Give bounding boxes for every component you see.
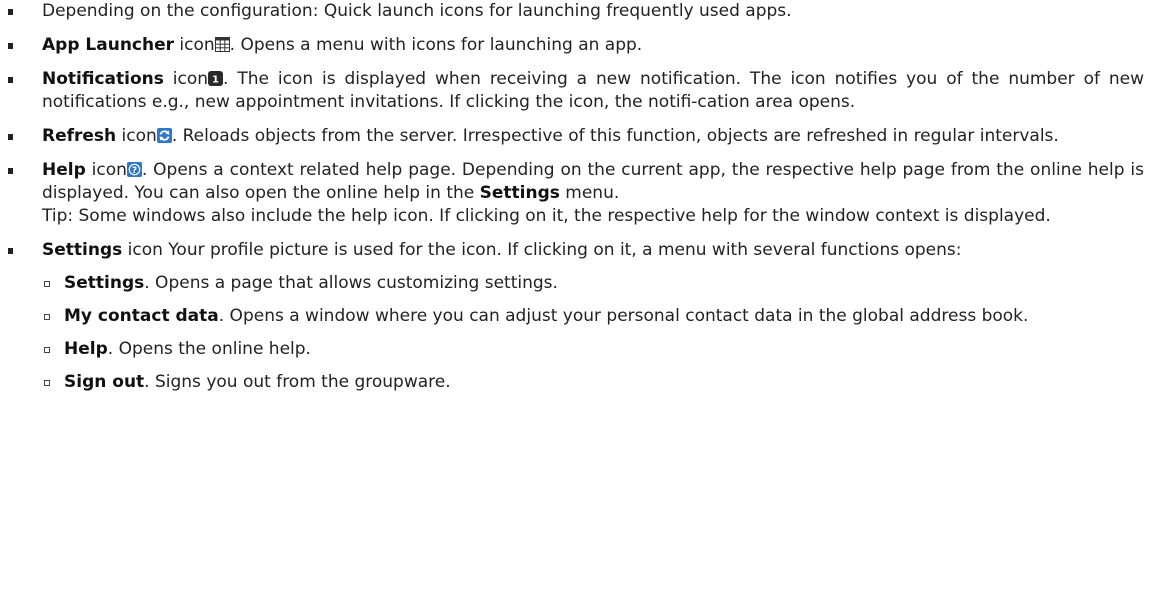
refresh-term: Refresh	[42, 126, 117, 146]
refresh-icon	[156, 128, 172, 143]
app-launcher-icon-label: icon	[174, 35, 215, 55]
sub-help-description: . Opens the online help.	[107, 339, 311, 359]
app-launcher-description: . Opens a menu with icons for launching …	[229, 35, 643, 55]
sub-sign-out-term: Sign out	[64, 372, 145, 392]
notifications-icon-label: icon	[163, 69, 209, 89]
list-item-settings: Settings icon Your profile picture is us…	[0, 239, 1154, 394]
settings-description: icon Your profile picture is used for th…	[122, 240, 962, 260]
list-item-refresh: Refresh icon . Reloads objects from the …	[0, 125, 1154, 148]
help-icon: ?	[126, 162, 142, 177]
svg-text:?: ?	[132, 166, 137, 176]
list-item-help: Help icon ? . Opens a context related he…	[0, 159, 1154, 228]
app-launcher-term: App Launcher	[42, 35, 175, 55]
quick-launch-text: Depending on the configuration: Quick la…	[42, 1, 792, 21]
list-item-quick-launch: Depending on the configuration: Quick la…	[0, 0, 1154, 23]
refresh-icon-label: icon	[116, 126, 157, 146]
list-item-notifications: Notifications icon 1 . The icon is displ…	[0, 68, 1154, 114]
help-term: Help	[42, 160, 86, 180]
help-description-end: menu.	[559, 183, 620, 203]
sub-item-sign-out: Sign out. Signs you out from the groupwa…	[42, 371, 1144, 394]
svg-text:1: 1	[212, 75, 219, 86]
help-tip: Tip: Some windows also include the help …	[42, 206, 1051, 226]
refresh-description: . Reloads objects from the server. Irres…	[171, 126, 1059, 146]
sub-item-my-contact-data: My contact data. Opens a window where yo…	[42, 305, 1144, 328]
settings-menu-functions-list: Settings. Opens a page that allows custo…	[42, 272, 1144, 394]
sub-settings-term: Settings	[64, 273, 145, 293]
toolbar-icons-list: Depending on the configuration: Quick la…	[0, 0, 1154, 405]
settings-term: Settings	[42, 240, 123, 260]
sub-item-settings: Settings. Opens a page that allows custo…	[42, 272, 1144, 295]
help-icon-label: icon	[85, 160, 127, 180]
notification-badge-icon: 1	[208, 71, 224, 86]
sub-contact-data-description: . Opens a window where you can adjust yo…	[218, 306, 1029, 326]
list-item-app-launcher: App Launcher icon . Opens a menu with ic…	[0, 34, 1154, 57]
notifications-term: Notifications	[42, 69, 164, 89]
document-page: Depending on the configuration: Quick la…	[0, 0, 1154, 590]
sub-help-term: Help	[64, 339, 108, 359]
sub-item-help: Help. Opens the online help.	[42, 338, 1144, 361]
sub-contact-data-term: My contact data	[64, 306, 219, 326]
sub-sign-out-description: . Signs you out from the groupware.	[144, 372, 451, 392]
settings-menu-term: Settings	[479, 183, 560, 203]
grid-icon	[214, 37, 230, 52]
sub-settings-description: . Opens a page that allows customizing s…	[144, 273, 558, 293]
